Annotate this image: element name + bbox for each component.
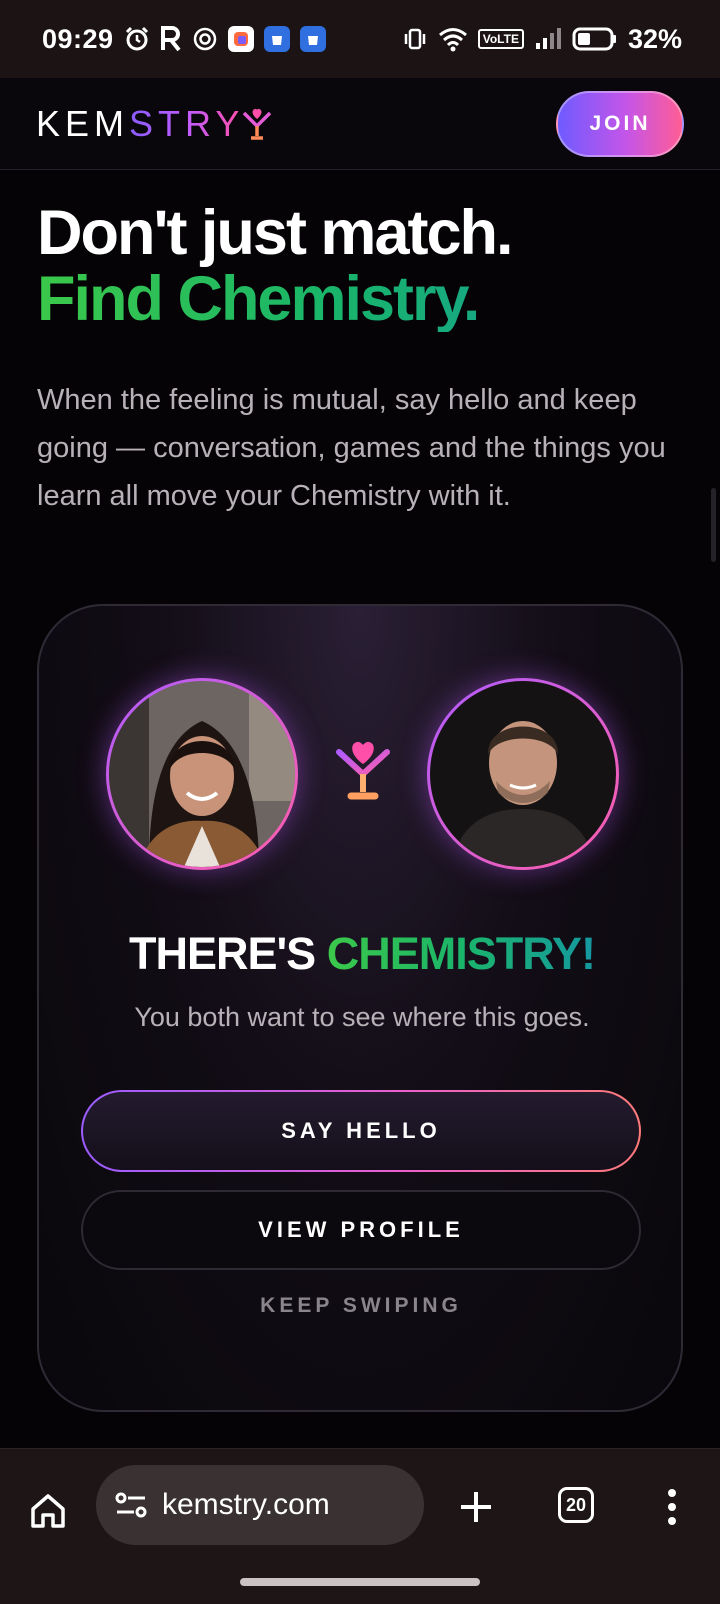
match-avatar-right — [427, 678, 619, 870]
more-menu-icon[interactable] — [664, 1487, 680, 1527]
gesture-navigation-bar[interactable] — [240, 1578, 480, 1586]
site-settings-icon[interactable] — [114, 1490, 148, 1520]
wifi-icon — [438, 25, 468, 53]
logo-text-right: STRY — [129, 102, 245, 144]
say-hello-label: SAY HELLO — [83, 1092, 639, 1170]
match-card: THERE'S CHEMISTRY! You both want to see … — [37, 604, 683, 1412]
battery-percent: 32% — [627, 23, 682, 54]
say-hello-button[interactable]: SAY HELLO — [81, 1090, 641, 1172]
match-subtitle: You both want to see where this goes. — [134, 1002, 590, 1032]
woman-portrait-photo — [109, 681, 295, 867]
hero-headline-line-2: Find Chemistry. — [37, 266, 687, 332]
app-store-icon — [263, 26, 290, 52]
join-button[interactable]: JOIN — [556, 90, 684, 157]
vibrate-icon — [402, 25, 428, 53]
app-icon — [227, 26, 254, 52]
battery-icon — [572, 25, 618, 53]
kemstry-logo[interactable]: KEM STRY — [36, 103, 272, 145]
hero-section: Don't just match. Find Chemistry. When t… — [37, 200, 687, 520]
r-app-icon — [160, 25, 182, 53]
volte-icon: VoLTE — [477, 29, 524, 49]
status-bar: 09:29 VoLTE 32% — [0, 0, 720, 78]
match-avatar-left — [106, 678, 298, 870]
address-bar[interactable]: kemstry.com — [96, 1465, 424, 1545]
url-text[interactable]: kemstry.com — [162, 1488, 330, 1522]
cocktail-heart-icon — [242, 107, 272, 141]
keep-swiping-button[interactable]: KEEP SWIPING — [81, 1270, 641, 1342]
status-right: VoLTE 32% — [402, 24, 682, 55]
signal-icon — [534, 25, 562, 53]
site-header: KEM STRY JOIN — [0, 78, 720, 170]
logo-text-left: KEM — [36, 102, 130, 144]
tab-switcher-button[interactable]: 20 — [558, 1487, 594, 1523]
alarm-icon — [124, 25, 150, 53]
home-icon[interactable] — [28, 1491, 68, 1531]
match-title-white: THERE'S — [128, 928, 327, 979]
page-scrollbar[interactable] — [711, 488, 716, 562]
new-tab-icon[interactable] — [456, 1487, 496, 1527]
status-time: 09:29 — [42, 23, 114, 54]
hero-subtext: When the feeling is mutual, say hello an… — [37, 384, 666, 512]
status-left: 09:29 — [42, 24, 326, 55]
app-store-icon — [299, 26, 326, 52]
openai-icon — [192, 25, 218, 53]
man-portrait-photo — [430, 681, 616, 867]
hero-headline-line-1: Don't just match. — [37, 198, 514, 268]
match-title: THERE'S CHEMISTRY! — [39, 928, 681, 980]
cocktail-heart-icon — [333, 736, 393, 806]
view-profile-button[interactable]: VIEW PROFILE — [81, 1190, 641, 1270]
match-title-gradient: CHEMISTRY! — [326, 928, 596, 979]
